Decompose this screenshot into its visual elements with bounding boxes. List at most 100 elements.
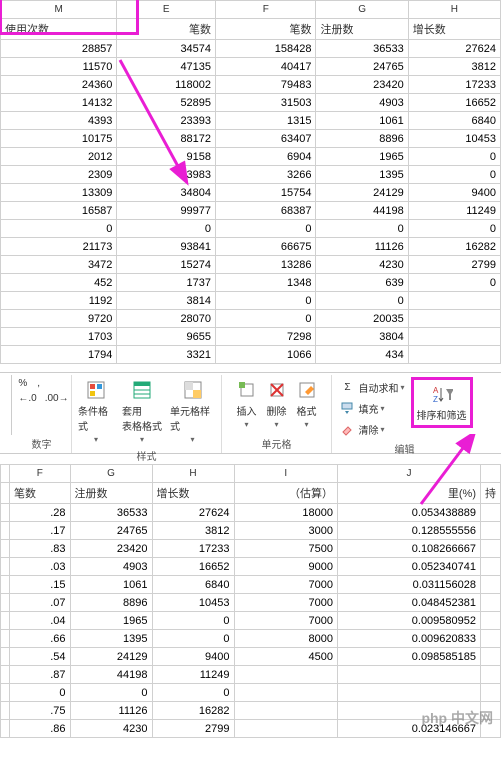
cell[interactable]: 158428 [216,40,316,58]
cell[interactable]: 0 [408,274,500,292]
cell[interactable]: .83 [10,540,71,558]
cell[interactable]: 1703 [1,328,117,346]
cell[interactable]: 1192 [1,292,117,310]
cell[interactable]: .28 [10,504,71,522]
cell[interactable]: 0 [1,220,117,238]
header-cell[interactable]: 使用次数 [1,19,117,40]
cell[interactable]: 16282 [408,238,500,256]
cell[interactable]: 24765 [316,58,408,76]
cell[interactable]: 0.048452381 [337,594,480,612]
row-stub[interactable] [1,720,10,738]
cell[interactable]: 6840 [408,112,500,130]
cell[interactable]: 8896 [70,594,152,612]
header-cell[interactable]: 增长数 [152,483,234,504]
cell[interactable]: 639 [316,274,408,292]
cell[interactable]: 9720 [1,310,117,328]
cell[interactable]: 63407 [216,130,316,148]
cell[interactable] [481,540,501,558]
cell[interactable]: 15754 [216,184,316,202]
row-stub[interactable] [1,684,10,702]
cell[interactable]: 16587 [1,202,117,220]
row-stub[interactable] [1,666,10,684]
cell[interactable]: 0 [152,684,234,702]
cell[interactable]: 47135 [117,58,216,76]
header-cell[interactable]: 注册数 [316,19,408,40]
cell[interactable]: 28070 [117,310,216,328]
cell[interactable]: 44198 [70,666,152,684]
cell[interactable]: 10175 [1,130,117,148]
cell[interactable] [481,684,501,702]
cell[interactable]: 1395 [70,630,152,648]
cell[interactable]: 18000 [234,504,337,522]
cell[interactable]: 44198 [316,202,408,220]
header-cell[interactable]: 笔数 [10,483,71,504]
cell[interactable]: .15 [10,576,71,594]
cell-style-button[interactable]: 单元格样式▾ [168,377,217,446]
format-button[interactable]: 格式▾ [294,377,320,431]
row-stub[interactable] [1,504,10,522]
cell[interactable] [234,702,337,720]
cell[interactable]: 3804 [316,328,408,346]
cell[interactable]: 3812 [408,58,500,76]
row-stub[interactable] [1,594,10,612]
cell[interactable]: 24360 [1,76,117,94]
row-stub[interactable] [1,558,10,576]
cell[interactable]: 99977 [117,202,216,220]
cell[interactable]: 1794 [1,346,117,364]
cell[interactable] [481,648,501,666]
cell[interactable]: 21173 [1,238,117,256]
cell[interactable]: 7500 [234,540,337,558]
cell[interactable]: .75 [10,702,71,720]
cell[interactable]: 0.031156028 [337,576,480,594]
cell[interactable]: 24129 [316,184,408,202]
cell[interactable]: 88172 [117,130,216,148]
cell[interactable]: 9400 [408,184,500,202]
header-cell[interactable]: （估算） [234,483,337,504]
col-letter[interactable]: I [234,465,337,483]
cell[interactable]: 2799 [408,256,500,274]
row-stub[interactable] [1,522,10,540]
cell[interactable] [234,666,337,684]
cell[interactable] [481,666,501,684]
cell[interactable]: 0 [216,292,316,310]
cell[interactable]: 8896 [316,130,408,148]
cell[interactable]: 93841 [117,238,216,256]
header-cell[interactable]: 持 [481,483,501,504]
cell[interactable]: .03 [10,558,71,576]
header-cell[interactable]: 里(%) [337,483,480,504]
cell[interactable]: 28857 [1,40,117,58]
cell[interactable] [408,328,500,346]
cell[interactable]: 2309 [1,166,117,184]
cell[interactable]: 0 [216,310,316,328]
cell[interactable]: 4393 [1,112,117,130]
cell[interactable]: 11126 [316,238,408,256]
cell[interactable]: 36533 [70,504,152,522]
col-letter[interactable]: J [337,465,480,483]
cell[interactable]: 3814 [117,292,216,310]
cell[interactable]: 9158 [117,148,216,166]
cell[interactable]: 17233 [152,540,234,558]
cell[interactable]: 0 [70,684,152,702]
cell[interactable]: 52895 [117,94,216,112]
cell[interactable]: 68387 [216,202,316,220]
cell[interactable]: 2012 [1,148,117,166]
cell[interactable]: 0 [408,220,500,238]
col-letter[interactable]: H [408,1,500,19]
cell[interactable]: 40417 [216,58,316,76]
cell[interactable] [481,576,501,594]
cell[interactable]: .66 [10,630,71,648]
cell[interactable]: 27624 [152,504,234,522]
cell[interactable]: 27624 [408,40,500,58]
cell[interactable]: 23420 [70,540,152,558]
cell[interactable]: 34574 [117,40,216,58]
cell[interactable] [408,292,500,310]
cell[interactable]: 1965 [70,612,152,630]
cell[interactable]: 16652 [408,94,500,112]
cell[interactable]: 7000 [234,594,337,612]
cell[interactable] [408,310,500,328]
cell[interactable]: 7298 [216,328,316,346]
cell[interactable]: 24129 [70,648,152,666]
cell[interactable]: 0 [408,148,500,166]
spreadsheet-table-2[interactable]: F G H I J 笔数 注册数 增长数 （估算） 里(%) 持 .283653… [0,464,501,738]
decrease-decimal-button[interactable]: ←.0 [16,392,38,405]
